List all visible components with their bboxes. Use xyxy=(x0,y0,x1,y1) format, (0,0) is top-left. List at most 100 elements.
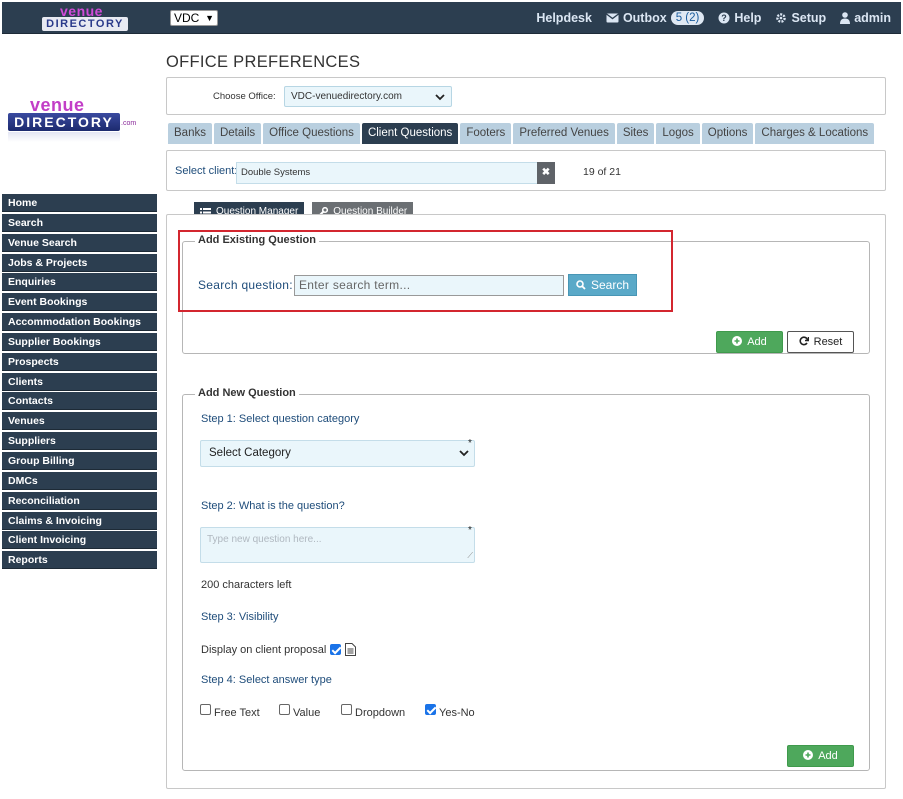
svg-text:?: ? xyxy=(722,13,728,23)
chevron-down-icon: ▼ xyxy=(205,13,214,23)
user-icon xyxy=(840,12,851,24)
value-checkbox[interactable] xyxy=(279,704,290,715)
tab-logos[interactable]: Logos xyxy=(656,123,700,144)
tab-footers[interactable]: Footers xyxy=(460,123,512,144)
sidebar-item-dmcs[interactable]: DMCs xyxy=(2,471,157,490)
envelope-icon xyxy=(606,13,619,23)
answer-type-yes-no[interactable]: Yes-No xyxy=(425,704,475,719)
top-nav-links: Helpdesk Outbox 5 (2) ? Help Setup admin xyxy=(536,2,891,34)
category-select-value: Select Category xyxy=(209,447,291,459)
search-button-label: Search xyxy=(590,278,630,292)
tab-charges-locations[interactable]: Charges & Locations xyxy=(755,123,875,144)
add-new-question-button-label: Add xyxy=(818,750,838,762)
venue-directory-main-logo: venue DIRECTORY .com xyxy=(8,95,137,147)
add-existing-button-label: Add xyxy=(747,336,767,348)
yes-no-checkbox[interactable] xyxy=(425,704,436,715)
sidebar-item-contacts[interactable]: Contacts xyxy=(2,392,157,411)
office-selection-panel: Choose Office: VDC-venuedirectory.com xyxy=(166,77,886,115)
search-button[interactable]: Search xyxy=(568,274,637,296)
setup-link[interactable]: Setup xyxy=(775,11,826,25)
free-text-checkbox[interactable] xyxy=(200,704,211,715)
characters-left-text: 200 characters left xyxy=(201,579,292,591)
required-marker: * xyxy=(468,438,472,449)
main-logo-directory-text: DIRECTORY xyxy=(8,113,120,131)
sidebar-item-reconciliation[interactable]: Reconciliation xyxy=(2,491,157,510)
sidebar-item-client-invoicing[interactable]: Client Invoicing xyxy=(2,531,157,550)
step2-label: Step 2: What is the question? xyxy=(201,500,345,512)
value-label: Value xyxy=(293,707,321,719)
gear-icon xyxy=(775,12,787,24)
client-account-select[interactable]: VDC ▼ xyxy=(170,10,218,26)
category-select[interactable]: Select Category xyxy=(200,440,475,467)
help-link[interactable]: ? Help xyxy=(718,11,761,25)
logo-directory-text: DIRECTORY xyxy=(42,17,128,31)
tab-client-questions[interactable]: Client Questions xyxy=(361,123,459,144)
tab-options[interactable]: Options xyxy=(701,123,754,144)
client-counter: 19 of 21 xyxy=(583,166,621,178)
outbox-count-badge: 5 (2) xyxy=(670,11,705,25)
tab-banks[interactable]: Banks xyxy=(168,123,212,144)
add-new-question-button[interactable]: Add xyxy=(787,745,854,767)
question-textarea-placeholder: Type new question here... xyxy=(207,534,322,545)
sidebar-item-claims-invoicing[interactable]: Claims & Invoicing xyxy=(2,511,157,530)
display-on-proposal-row: Display on client proposal xyxy=(201,643,357,656)
helpdesk-link[interactable]: Helpdesk xyxy=(536,11,592,25)
user-name-label: admin xyxy=(854,11,891,25)
sidebar-item-accommodation-bookings[interactable]: Accommodation Bookings xyxy=(2,313,157,332)
step4-label: Step 4: Select answer type xyxy=(201,674,332,686)
tab-preferred-venues[interactable]: Preferred Venues xyxy=(513,123,615,144)
sidebar-item-reports[interactable]: Reports xyxy=(2,551,157,570)
user-menu[interactable]: admin xyxy=(840,11,891,25)
setup-label: Setup xyxy=(791,11,827,25)
yes-no-label: Yes-No xyxy=(439,707,475,719)
dropdown-checkbox[interactable] xyxy=(341,704,352,715)
preferences-tabs: Banks Details Office Questions Client Qu… xyxy=(168,123,875,144)
office-select-value: VDC-venuedirectory.com xyxy=(291,91,402,102)
display-on-proposal-checkbox[interactable] xyxy=(330,644,342,655)
sidebar-item-venue-search[interactable]: Venue Search xyxy=(2,233,157,252)
sidebar-item-prospects[interactable]: Prospects xyxy=(2,352,157,371)
client-input[interactable]: Double Systems xyxy=(236,162,538,184)
sidebar-item-enquiries[interactable]: Enquiries xyxy=(2,273,157,292)
office-select[interactable]: VDC-venuedirectory.com xyxy=(284,86,452,107)
resize-grip-icon[interactable]: ⟋ xyxy=(467,551,473,561)
reset-button-label: Reset xyxy=(813,336,843,348)
tab-office-questions[interactable]: Office Questions xyxy=(263,123,360,144)
sidebar-item-event-bookings[interactable]: Event Bookings xyxy=(2,293,157,312)
sidebar-item-clients[interactable]: Clients xyxy=(2,372,157,391)
reset-button[interactable]: Reset xyxy=(787,331,854,353)
outbox-link[interactable]: Outbox 5 (2) xyxy=(606,11,705,25)
sidebar-item-venues[interactable]: Venues xyxy=(2,412,157,431)
sidebar-item-home[interactable]: Home xyxy=(2,194,157,212)
clear-client-button[interactable]: ✖ xyxy=(537,162,555,184)
top-navbar: venue DIRECTORY VDC ▼ Helpdesk Outbox 5 … xyxy=(2,2,901,34)
step1-label: Step 1: Select question category xyxy=(201,413,360,425)
free-text-label: Free Text xyxy=(214,707,260,719)
main-logo-suffix: .com xyxy=(121,120,137,127)
add-existing-button[interactable]: Add xyxy=(716,331,783,353)
sidebar-item-suppliers[interactable]: Suppliers xyxy=(2,432,157,451)
sidebar-item-jobs-projects[interactable]: Jobs & Projects xyxy=(2,253,157,272)
search-icon xyxy=(576,280,586,290)
sidebar-item-search[interactable]: Search xyxy=(2,213,157,232)
answer-type-dropdown[interactable]: Dropdown xyxy=(341,704,425,719)
helpdesk-label: Helpdesk xyxy=(536,11,592,25)
tab-details[interactable]: Details xyxy=(213,123,262,144)
answer-type-free-text[interactable]: Free Text xyxy=(200,704,279,719)
question-textarea[interactable]: Type new question here... ⟋ xyxy=(200,527,475,563)
logo-reflection xyxy=(8,132,120,142)
plus-circle-icon xyxy=(732,336,743,346)
client-account-value: VDC xyxy=(174,11,200,25)
help-label: Help xyxy=(734,11,762,25)
answer-type-value[interactable]: Value xyxy=(279,704,341,719)
page-title: OFFICE PREFERENCES xyxy=(166,53,361,71)
close-icon: ✖ xyxy=(541,167,551,178)
venue-directory-logo[interactable]: venue DIRECTORY xyxy=(42,3,132,33)
select-client-label: Select client: xyxy=(175,165,238,177)
sidebar-item-supplier-bookings[interactable]: Supplier Bookings xyxy=(2,332,157,351)
add-new-question-legend: Add New Question xyxy=(195,387,299,399)
tab-sites[interactable]: Sites xyxy=(616,123,655,144)
sidebar-item-group-billing[interactable]: Group Billing xyxy=(2,451,157,470)
answer-type-options: Free Text Value Dropdown Yes-No xyxy=(200,704,475,719)
search-question-input[interactable]: Enter search term... xyxy=(294,275,564,296)
